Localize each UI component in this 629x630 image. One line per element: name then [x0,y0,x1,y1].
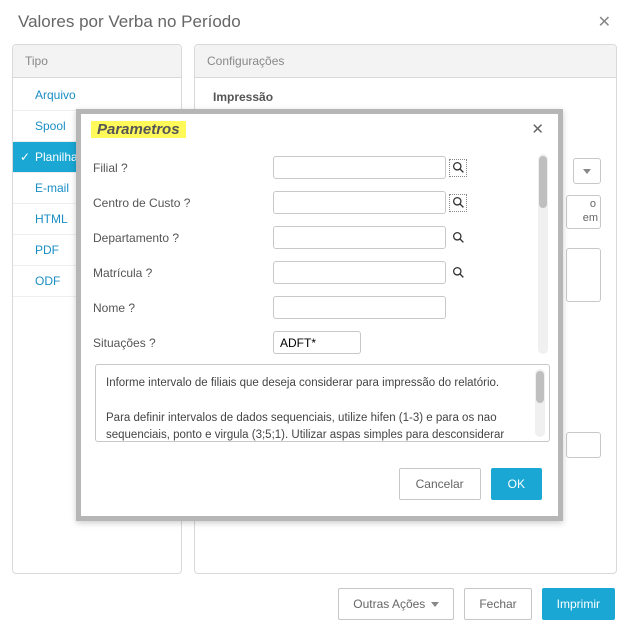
sidebar-title: Tipo [13,45,181,78]
chevron-down-icon [431,602,439,607]
parametros-modal: Parametros ✕ Filial ? Centro de Custo ? [76,109,563,521]
section-impressao-label: Impressão [213,90,598,104]
scrollbar-thumb[interactable] [539,156,547,208]
lookup-centro-icon[interactable] [449,194,467,212]
input-situacoes[interactable] [273,331,361,354]
modal-title: Parametros [91,121,186,138]
row-situacoes: Situações ? [93,331,532,354]
input-nome[interactable] [273,296,446,319]
modal-close-icon[interactable]: ✕ [527,120,548,138]
bg-dropdown[interactable] [573,158,601,184]
input-filial[interactable] [273,156,446,179]
bg-box-3 [566,432,601,458]
other-actions-button[interactable]: Outras Ações [338,588,454,620]
help-line-1: Informe intervalo de filiais que deseja … [106,375,527,392]
page-title: Valores por Verba no Período [18,12,241,32]
close-icon[interactable]: ✕ [598,12,611,32]
row-departamento: Departamento ? [93,226,532,249]
input-centro[interactable] [273,191,446,214]
lookup-matricula-icon[interactable] [449,264,467,282]
row-matricula: Matrícula ? [93,261,532,284]
label-departamento: Departamento ? [93,231,273,245]
help-box: Informe intervalo de filiais que deseja … [95,364,550,442]
cancel-button[interactable]: Cancelar [399,468,481,500]
row-centro: Centro de Custo ? [93,191,532,214]
bg-box-2 [566,248,601,302]
lookup-departamento-icon[interactable] [449,229,467,247]
label-nome: Nome ? [93,301,273,315]
row-filial: Filial ? [93,156,532,179]
page-header: Valores por Verba no Período ✕ [0,0,629,44]
content-title: Configurações [195,45,616,78]
scrollbar-thumb[interactable] [536,371,544,403]
bg-box-1: o em [566,195,601,229]
modal-body: Filial ? Centro de Custo ? [81,144,558,516]
help-line-2: Para definir intervalos de dados sequenc… [106,410,527,443]
ok-button[interactable]: OK [491,468,542,500]
modal-header: Parametros ✕ [81,114,558,144]
form-area: Filial ? Centro de Custo ? [93,148,554,358]
label-centro: Centro de Custo ? [93,196,273,210]
sidebar-item-arquivo[interactable]: Arquivo [13,80,181,111]
label-matricula: Matrícula ? [93,266,273,280]
help-scrollbar[interactable] [535,369,545,437]
row-nome: Nome ? [93,296,532,319]
footer: Outras Ações Fechar Imprimir [0,578,629,630]
chevron-down-icon [583,169,591,174]
print-button[interactable]: Imprimir [542,588,615,620]
label-situacoes: Situações ? [93,336,273,350]
input-matricula[interactable] [273,261,446,284]
close-button[interactable]: Fechar [464,588,531,620]
modal-footer: Cancelar OK [93,442,554,512]
lookup-filial-icon[interactable] [449,159,467,177]
form-scrollbar[interactable] [538,154,548,354]
label-filial: Filial ? [93,161,273,175]
input-departamento[interactable] [273,226,446,249]
